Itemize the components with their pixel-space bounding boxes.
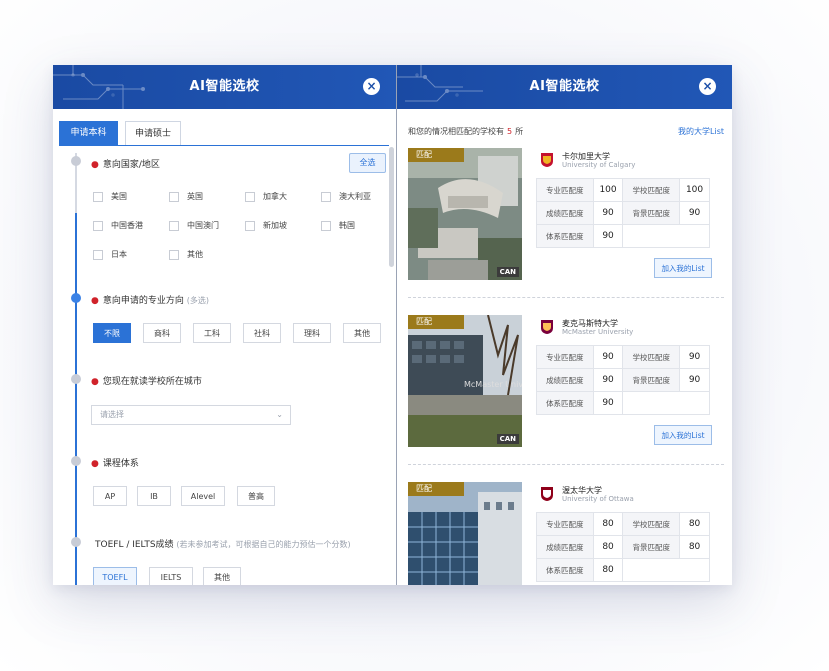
test-option-ielts[interactable]: IELTS: [149, 567, 193, 585]
test-option-toefl[interactable]: TOEFL: [93, 567, 137, 585]
app-card: AI智能选校 × 申请本科 申请硕士 ● 意向国家/地区 全选 美国 英国 加拿大…: [53, 65, 732, 585]
country-tag: CAN: [496, 267, 519, 277]
checkbox-japan[interactable]: 日本: [93, 249, 127, 261]
checkbox-other[interactable]: 其他: [169, 249, 203, 261]
curriculum-option-ap[interactable]: AP: [93, 486, 127, 506]
campus-glass-building-photo: [408, 482, 522, 585]
my-list-link[interactable]: 我的大学List: [678, 126, 724, 137]
school-card-ottawa: 匹配 渥太华大学 University of Ottawa 专业匹配度 80 学…: [408, 482, 724, 585]
scrollbar[interactable]: [389, 147, 394, 267]
school-separator: [408, 464, 724, 465]
checkbox-canada[interactable]: 加拿大: [245, 191, 287, 203]
match-badge: 匹配: [408, 148, 464, 162]
score-table: 专业匹配度 90 学校匹配度 90 成绩匹配度 90 背景匹配度 90 体系匹配…: [536, 345, 710, 415]
svg-text:McMaster University: McMaster University: [464, 380, 522, 389]
campus-building-photo: McMaster University: [408, 315, 522, 447]
left-title: AI智能选校: [189, 79, 260, 94]
step-dot-2: [71, 293, 81, 303]
chevron-down-icon: ⌄: [276, 410, 283, 419]
school-english-name: University of Ottawa: [562, 495, 634, 503]
major-option-science[interactable]: 理科: [293, 323, 331, 343]
tab-underline: [59, 145, 389, 146]
question-major: ● 意向申请的专业方向 (多选): [91, 296, 209, 306]
test-option-other[interactable]: 其他: [203, 567, 241, 585]
major-option-other[interactable]: 其他: [343, 323, 381, 343]
major-option-social[interactable]: 社科: [243, 323, 281, 343]
score-table: 专业匹配度 80 学校匹配度 80 成绩匹配度 80 背景匹配度 80 体系匹配…: [536, 512, 710, 582]
school-photo: 匹配: [408, 482, 522, 585]
curriculum-option-ib[interactable]: IB: [137, 486, 171, 506]
checkbox-korea[interactable]: 韩国: [321, 220, 355, 232]
major-option-engineering[interactable]: 工科: [193, 323, 231, 343]
school-english-name: University of Calgary: [562, 161, 636, 169]
country-tag: CAN: [496, 434, 519, 444]
match-summary: 和您的情况相匹配的学校有 5 所: [408, 127, 524, 136]
school-card-calgary: 匹配 CAN 卡尔加里大学 University of Calgary 专业匹配…: [408, 148, 724, 288]
match-badge: 匹配: [408, 315, 464, 329]
circuit-pattern-icon: [397, 65, 483, 102]
calgary-crest-icon: [541, 153, 553, 167]
ottawa-crest-icon: [541, 487, 553, 501]
step-dot-4: [71, 456, 81, 466]
select-all-button[interactable]: 全选: [349, 153, 386, 173]
checkbox-uk[interactable]: 英国: [169, 191, 203, 203]
curriculum-option-general[interactable]: 普高: [237, 486, 275, 506]
major-option-any[interactable]: 不限: [93, 323, 131, 343]
tab-undergrad[interactable]: 申请本科: [59, 121, 118, 145]
tab-master[interactable]: 申请硕士: [125, 121, 181, 145]
school-english-name: McMaster University: [562, 328, 634, 336]
school-separator: [408, 297, 724, 298]
curriculum-option-alevel[interactable]: Alevel: [181, 486, 225, 506]
major-option-business[interactable]: 商科: [143, 323, 181, 343]
question-curriculum: ● 课程体系: [91, 459, 139, 469]
close-icon[interactable]: ×: [699, 78, 716, 95]
question-language: TOEFL / IELTS成绩 (若未参加考试，可根据自己的能力预估一个分数): [95, 540, 351, 550]
left-panel: AI智能选校 × 申请本科 申请硕士 ● 意向国家/地区 全选 美国 英国 加拿大…: [53, 65, 396, 585]
right-panel: AI智能选校 × 和您的情况相匹配的学校有 5 所 我的大学List 匹配 CA…: [397, 65, 732, 585]
checkbox-singapore[interactable]: 新加坡: [245, 220, 287, 232]
step-dot-1: [71, 156, 81, 166]
question-country: ● 意向国家/地区: [91, 160, 160, 170]
city-select[interactable]: 请选择 ⌄: [91, 405, 291, 425]
add-to-list-button[interactable]: 加入我的List: [654, 425, 712, 445]
right-header: AI智能选校 ×: [397, 65, 732, 109]
school-photo: McMaster University 匹配 CAN: [408, 315, 522, 447]
checkbox-hongkong[interactable]: 中国香港: [93, 220, 143, 232]
timeline-progress: [75, 213, 77, 585]
add-to-list-button[interactable]: 加入我的List: [654, 258, 712, 278]
left-header: AI智能选校 ×: [53, 65, 396, 109]
school-photo: 匹配 CAN: [408, 148, 522, 280]
close-icon[interactable]: ×: [363, 78, 380, 95]
step-dot-5: [71, 537, 81, 547]
circuit-pattern-icon: [53, 65, 145, 109]
checkbox-macau[interactable]: 中国澳门: [169, 220, 219, 232]
checkbox-australia[interactable]: 澳大利亚: [321, 191, 371, 203]
school-card-mcmaster: McMaster University 匹配 CAN 麦克马斯特大学 McMas…: [408, 315, 724, 455]
match-badge: 匹配: [408, 482, 464, 496]
score-table: 专业匹配度 100 学校匹配度 100 成绩匹配度 90 背景匹配度 90 体系…: [536, 178, 710, 248]
question-city: ● 您现在就读学校所在城市: [91, 377, 202, 387]
campus-aerial-photo: [408, 148, 522, 280]
step-dot-3: [71, 374, 81, 384]
right-title: AI智能选校: [529, 79, 600, 94]
mcmaster-crest-icon: [541, 320, 553, 334]
checkbox-usa[interactable]: 美国: [93, 191, 127, 203]
